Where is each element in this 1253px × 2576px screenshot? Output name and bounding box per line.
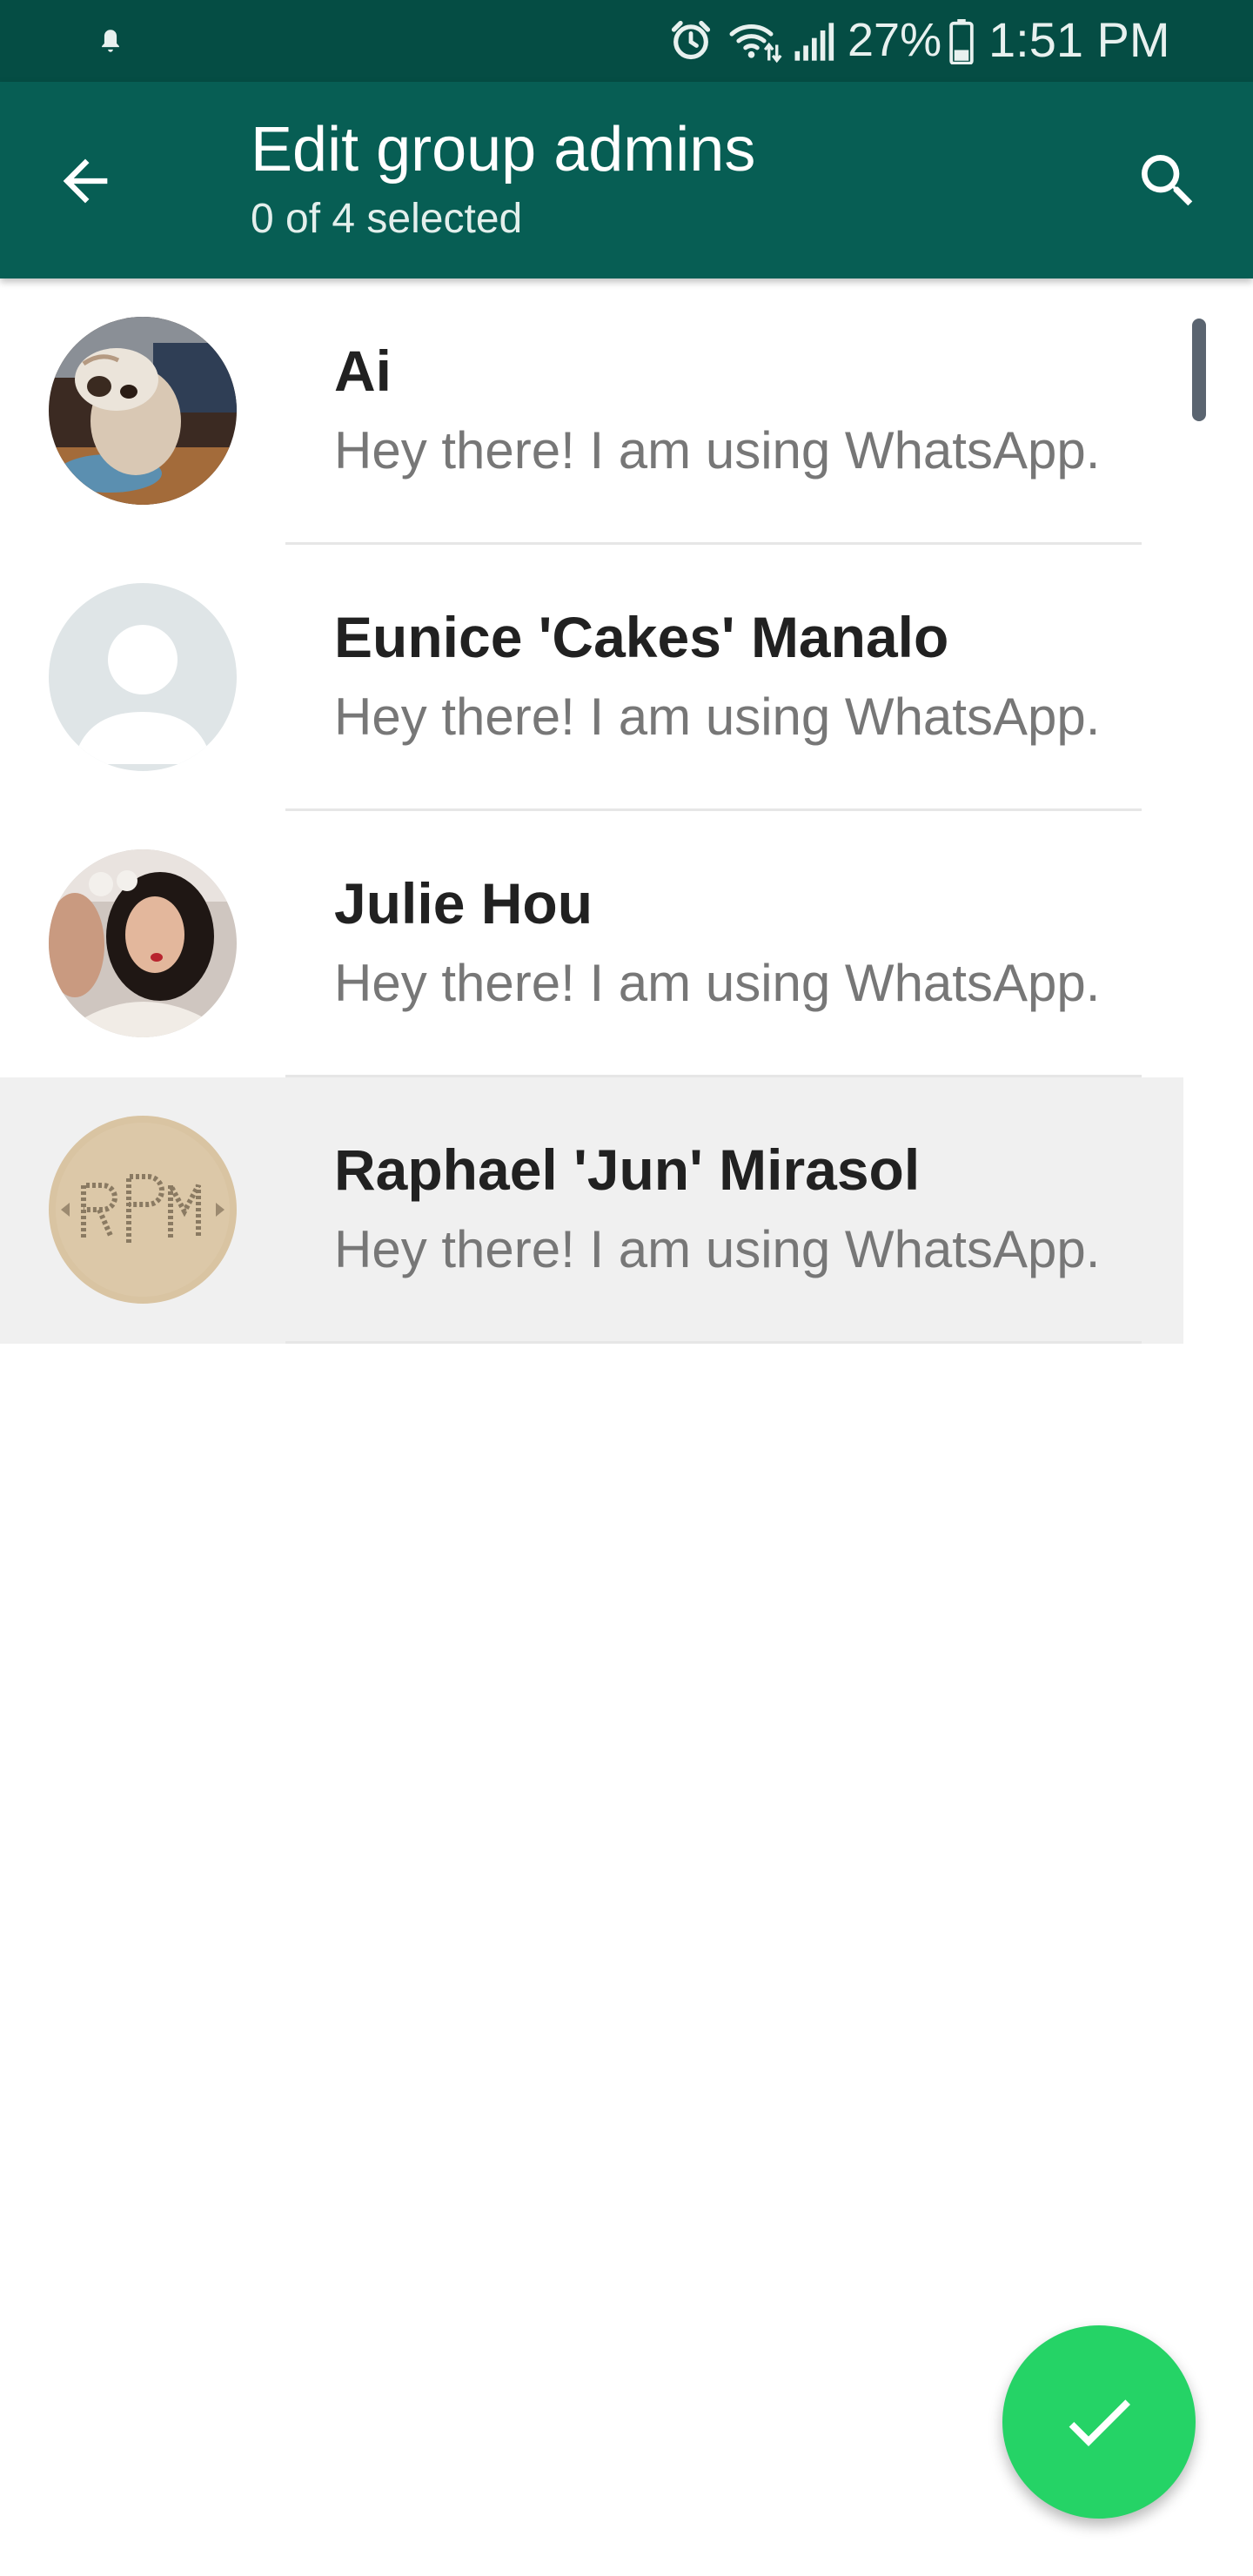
contact-list: Ai Hey there! I am using WhatsApp. Eunic… [0,278,1253,1344]
title-block: Edit group admins 0 of 4 selected [251,113,755,244]
wifi-icon [729,24,782,64]
contact-row[interactable]: Julie Hou Hey there! I am using WhatsApp… [0,811,1183,1077]
search-icon [1142,155,1193,206]
status-bar: 27% 1:51 PM [0,0,1253,82]
contact-status: Hey there! I am using WhatsApp. [334,421,1101,480]
battery-percentage: 27% [848,14,942,66]
status-time: 1:51 PM [988,12,1170,67]
selfie-photo [49,849,237,1037]
check-icon [1069,2399,1130,2446]
avatar[interactable] [49,1116,237,1304]
contact-name: Ai [334,339,392,403]
scrollbar-thumb[interactable] [1192,319,1206,421]
contact-row[interactable]: Ai Hey there! I am using WhatsApp. [0,278,1183,545]
contact-status: Hey there! I am using WhatsApp. [334,954,1101,1012]
default-person-icon [49,583,237,771]
contact-name: Raphael 'Jun' Mirasol [334,1137,921,1202]
confirm-fab-button[interactable] [1002,2325,1196,2519]
back-button[interactable] [44,139,127,223]
bulldog-photo [49,317,237,505]
contact-row[interactable]: Raphael 'Jun' Mirasol Hey there! I am us… [0,1077,1183,1344]
battery-icon [949,19,974,64]
page-title: Edit group admins [251,115,756,184]
avatar[interactable] [49,317,237,505]
contact-status: Hey there! I am using WhatsApp. [334,1220,1101,1278]
alarm-icon [671,20,711,60]
contact-name: Julie Hou [334,871,593,936]
notification-bell-icon [102,30,119,52]
app-bar: Edit group admins 0 of 4 selected [0,82,1253,278]
divider [285,1341,1142,1344]
screen: 27% 1:51 PM Edit group admins 0 of 4 sel… [0,0,1253,2576]
signal-icon [794,23,834,61]
contact-row[interactable]: Eunice 'Cakes' Manalo Hey there! I am us… [0,545,1183,811]
contact-name: Eunice 'Cakes' Manalo [334,605,949,669]
avatar[interactable] [49,849,237,1037]
arrow-back-icon [63,158,108,204]
avatar[interactable] [49,583,237,771]
selection-count: 0 of 4 selected [251,196,523,242]
contact-status: Hey there! I am using WhatsApp. [334,688,1101,746]
search-button[interactable] [1126,139,1209,223]
monogram-photo [49,1116,237,1304]
